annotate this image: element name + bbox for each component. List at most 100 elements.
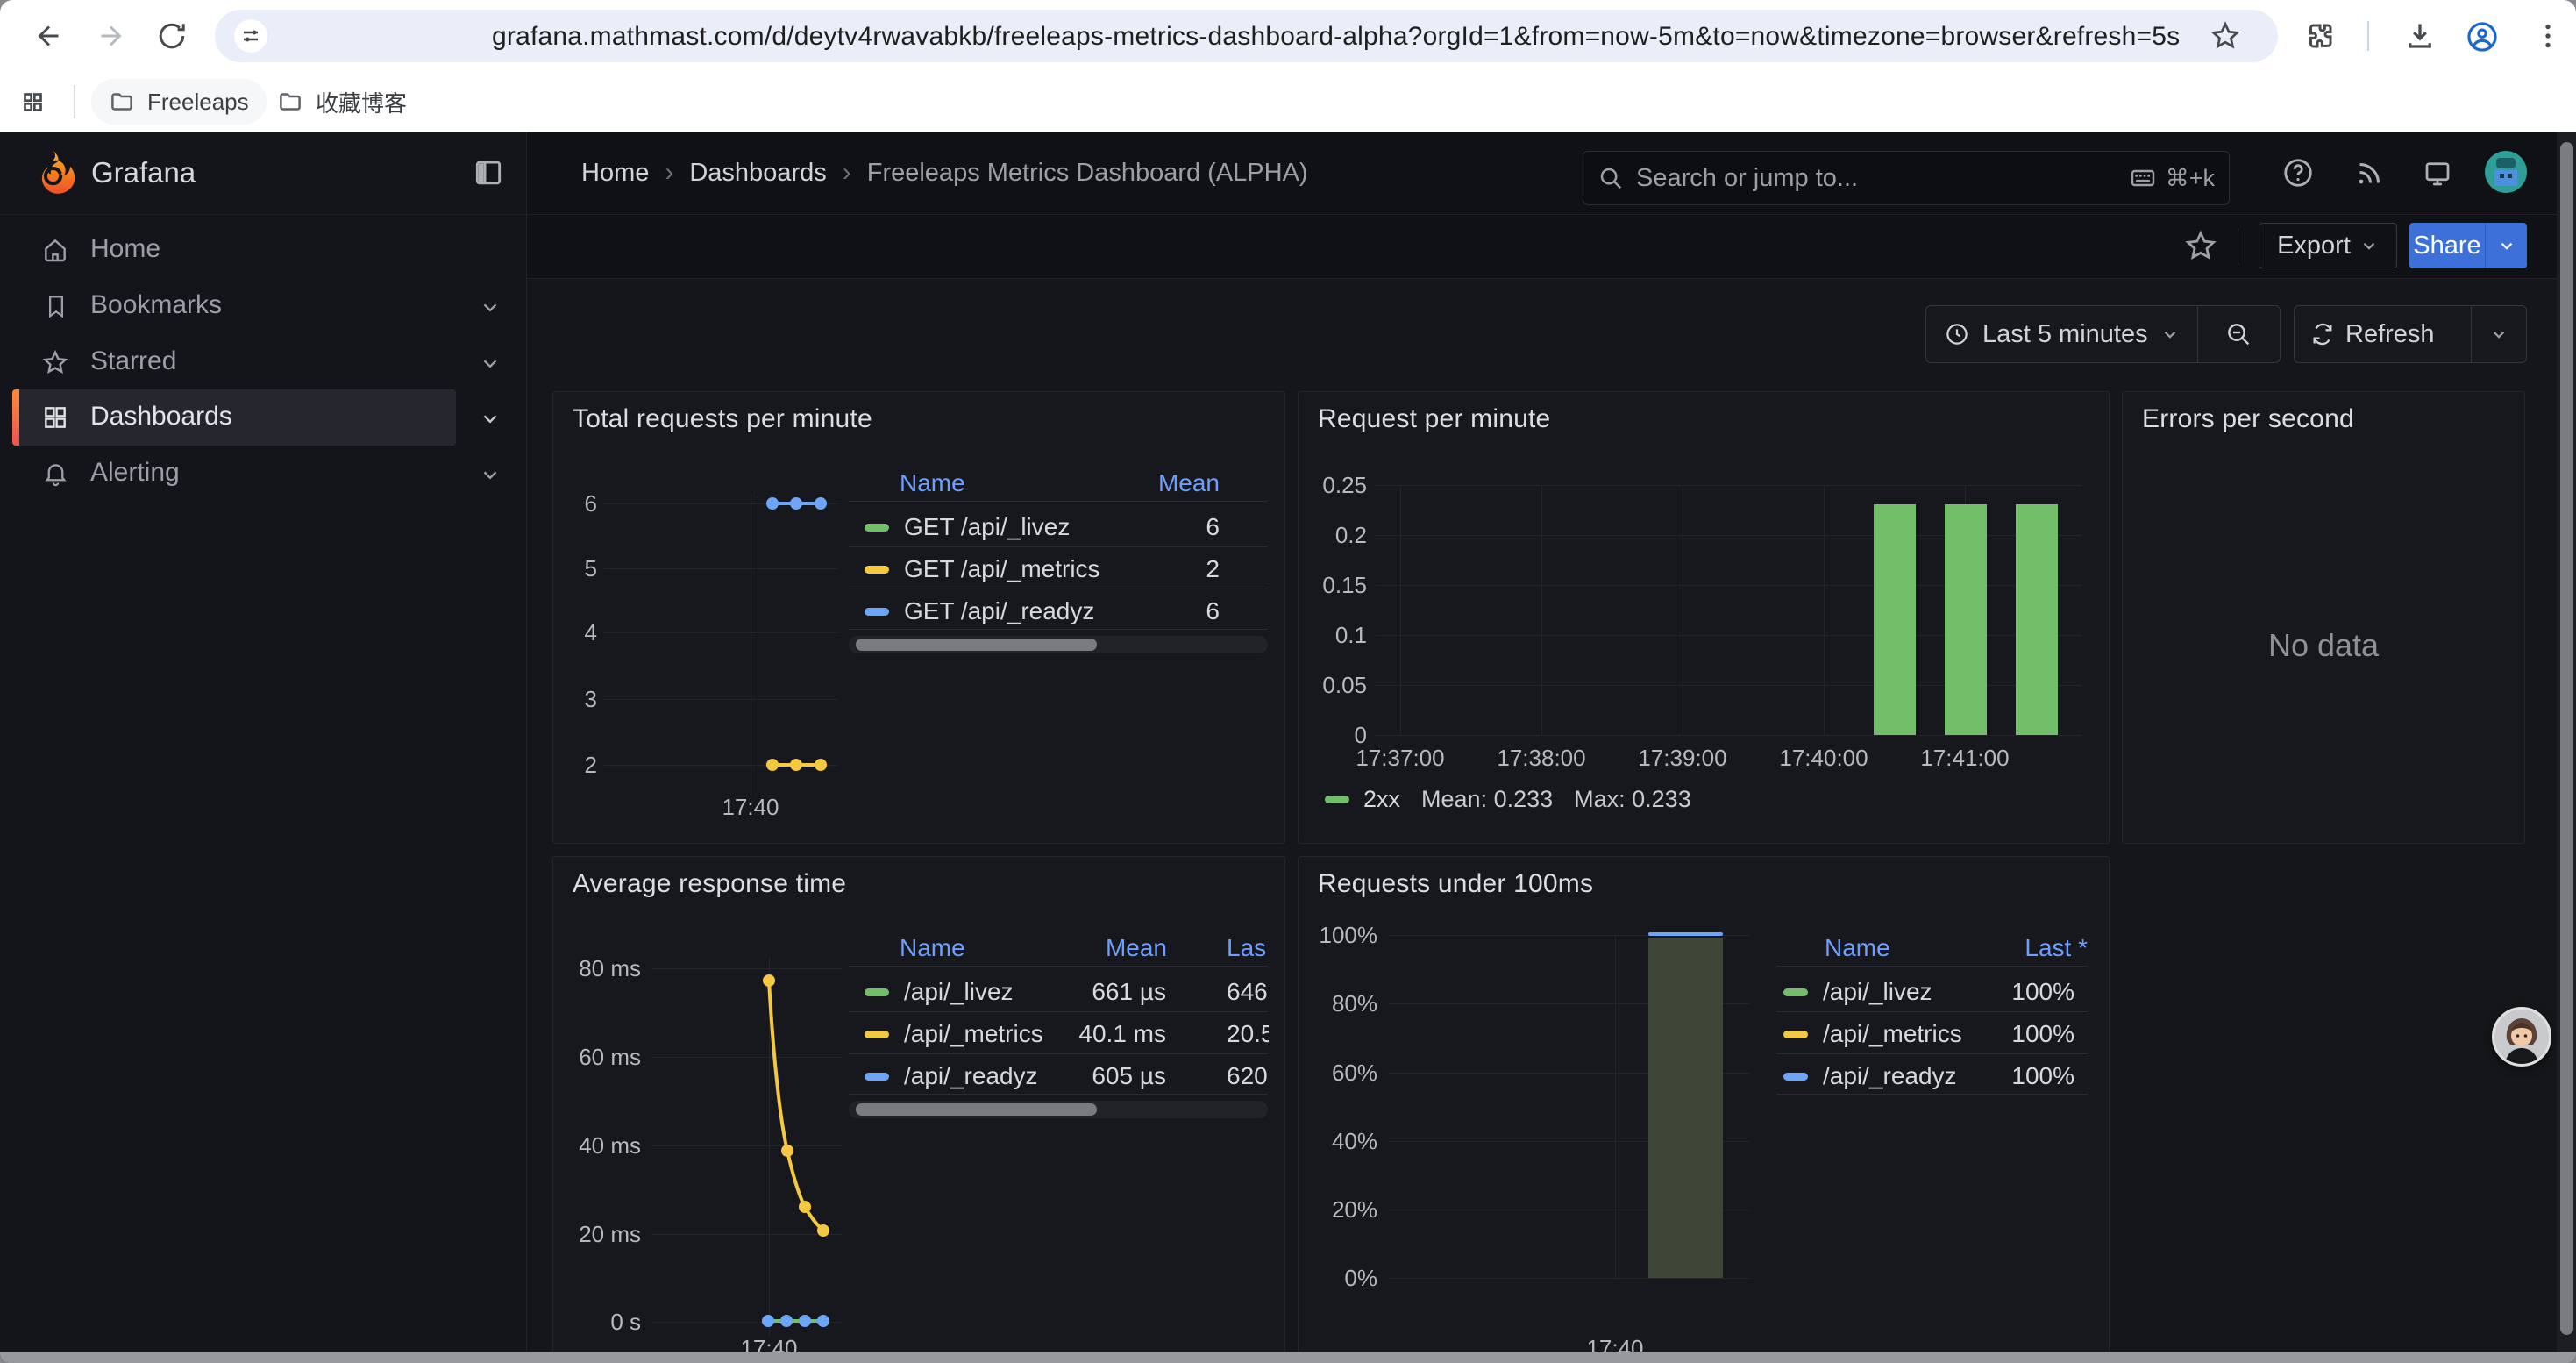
- user-avatar[interactable]: [2485, 151, 2527, 193]
- export-label: Export: [2277, 232, 2351, 260]
- chevron-down-icon[interactable]: [479, 463, 502, 486]
- y-tick: 2: [560, 752, 597, 779]
- scrollbar-thumb[interactable]: [856, 1103, 1097, 1116]
- extensions-icon[interactable]: [2304, 20, 2336, 52]
- grafana-logo[interactable]: [28, 147, 79, 198]
- bar-2xx: [1945, 504, 1987, 735]
- legend-row[interactable]: GET /api/_livez 6: [849, 510, 1268, 545]
- reload-button[interactable]: [156, 20, 188, 52]
- legend-hscrollbar[interactable]: [849, 1101, 1268, 1118]
- chevron-down-icon[interactable]: [479, 352, 502, 375]
- legend-row[interactable]: GET /api/_readyz 6: [849, 594, 1268, 629]
- legend-row[interactable]: /api/_readyz 100%: [1776, 1059, 2088, 1094]
- sidebar-item-label: Alerting: [90, 458, 180, 488]
- sidebar-item-dashboards[interactable]: Dashboards: [0, 389, 526, 446]
- time-range-picker[interactable]: Last 5 minutes: [1926, 320, 2197, 349]
- news-rss-icon[interactable]: [2353, 158, 2385, 189]
- series-color-pill: [865, 566, 889, 574]
- x-tick: 17:40: [707, 794, 794, 821]
- site-settings-icon[interactable]: [240, 25, 261, 46]
- panel-total-requests: Total requests per minute 6 5 4 3 2 17:4…: [552, 391, 1285, 844]
- panel-title[interactable]: Errors per second: [2142, 404, 2354, 434]
- scrollbar-thumb[interactable]: [2560, 142, 2573, 1335]
- legend-header-name[interactable]: Name: [900, 934, 965, 962]
- scrollbar-thumb[interactable]: [856, 639, 1097, 651]
- series-color-pill: [865, 608, 889, 616]
- browser-menu-icon[interactable]: [2532, 20, 2564, 52]
- series-name: /api/_readyz: [1823, 1062, 1957, 1090]
- search-icon: [1598, 165, 1624, 191]
- y-tick: 40%: [1299, 1128, 1377, 1155]
- panel-title[interactable]: Requests under 100ms: [1318, 869, 1593, 899]
- legend-header-mean[interactable]: Mean: [1114, 469, 1220, 497]
- apps-grid-icon[interactable]: [21, 90, 45, 114]
- y-tick: 0.25: [1299, 472, 1367, 499]
- vertical-scrollbar[interactable]: [2557, 132, 2576, 1352]
- favorite-star-icon[interactable]: [2183, 228, 2218, 263]
- url-text[interactable]: grafana.mathmast.com/d/deytv4rwavabkb/fr…: [492, 22, 2180, 52]
- y-tick: 100%: [1299, 922, 1377, 949]
- x-tick: 17:41:00: [1912, 745, 2017, 772]
- chevron-down-icon[interactable]: [479, 296, 502, 318]
- y-tick: 0.05: [1299, 672, 1367, 699]
- clock-icon: [1944, 321, 1970, 347]
- horizontal-scrollbar[interactable]: [0, 1352, 2576, 1363]
- sidebar-item-alerting[interactable]: Alerting: [0, 446, 526, 502]
- sidebar-toggle-icon[interactable]: [472, 156, 505, 189]
- zoom-out-button[interactable]: [2198, 320, 2280, 348]
- profile-icon[interactable]: [2466, 20, 2497, 52]
- legend-row[interactable]: /api/_livez 100%: [1776, 974, 2088, 1010]
- legend-header-name[interactable]: Name: [1825, 934, 1890, 962]
- sidebar-item-bookmarks[interactable]: Bookmarks: [0, 278, 526, 334]
- breadcrumb-dashboards[interactable]: Dashboards: [689, 159, 826, 188]
- back-button[interactable]: [33, 20, 65, 52]
- refresh-interval-button[interactable]: [2472, 325, 2526, 344]
- breadcrumb-home[interactable]: Home: [581, 159, 649, 188]
- share-menu-button[interactable]: [2486, 223, 2527, 268]
- series-last: 20.5 r: [1227, 1020, 1269, 1048]
- legend-row[interactable]: GET /api/_metrics 2: [849, 552, 1268, 587]
- help-icon[interactable]: [2281, 156, 2315, 189]
- monitor-icon[interactable]: [2422, 158, 2453, 189]
- address-bar[interactable]: grafana.mathmast.com/d/deytv4rwavabkb/fr…: [215, 10, 2278, 62]
- legend-row[interactable]: /api/_livez 661 µs 646: [849, 974, 1268, 1010]
- legend-header-mean[interactable]: Mean: [1062, 934, 1167, 962]
- zoom-out-icon: [2224, 320, 2252, 348]
- series-last: 646: [1227, 978, 1269, 1006]
- sidebar-item-starred[interactable]: Starred: [0, 334, 526, 390]
- legend-mean: Mean: 0.233: [1421, 786, 1553, 813]
- series-last: 100%: [2011, 1062, 2074, 1090]
- refresh-label: Refresh: [2345, 320, 2435, 349]
- time-controls: Last 5 minutes: [1925, 305, 2281, 363]
- area-fill-100pct: [1648, 938, 1723, 1278]
- panel-title[interactable]: Total requests per minute: [573, 404, 872, 434]
- bookmark-folder-blogs[interactable]: 收藏博客: [260, 79, 424, 125]
- legend-row[interactable]: /api/_readyz 605 µs 620: [849, 1059, 1268, 1094]
- legend-row[interactable]: /api/_metrics 100%: [1776, 1017, 2088, 1052]
- refresh-button[interactable]: Refresh: [2295, 320, 2451, 349]
- legend-item-2xx[interactable]: 2xx Mean: 0.233 Max: 0.233: [1325, 783, 1691, 815]
- series-name: /api/_livez: [904, 978, 1014, 1006]
- legend-header-last[interactable]: Las: [1227, 934, 1266, 962]
- legend-hscrollbar[interactable]: [849, 636, 1268, 653]
- bookmark-folder-freeleaps[interactable]: Freeleaps: [91, 79, 267, 125]
- refresh-icon: [2310, 322, 2335, 346]
- chevron-down-icon[interactable]: [479, 407, 502, 430]
- share-button[interactable]: Share: [2409, 223, 2485, 268]
- downloads-icon[interactable]: [2404, 20, 2436, 52]
- forward-button[interactable]: [95, 20, 126, 52]
- export-button[interactable]: Export: [2259, 223, 2397, 268]
- assistant-avatar[interactable]: [2492, 1007, 2551, 1067]
- panel-title[interactable]: Request per minute: [1318, 404, 1550, 434]
- series-mean: 40.1 ms: [1078, 1020, 1166, 1048]
- legend-header-name[interactable]: Name: [900, 469, 965, 497]
- chevron-down-icon: [2359, 236, 2379, 255]
- legend-row[interactable]: /api/_metrics 40.1 ms 20.5 r: [849, 1017, 1268, 1052]
- sidebar-item-home[interactable]: Home: [0, 222, 526, 278]
- sidebar-item-label: Bookmarks: [90, 290, 222, 320]
- legend-header-last[interactable]: Last *: [1982, 934, 2088, 962]
- panel-requests-under-100ms: Requests under 100ms 100% 80% 60% 40% 20…: [1298, 856, 2110, 1363]
- series-last: 100%: [2011, 1020, 2074, 1048]
- bookmark-star-icon[interactable]: [2210, 20, 2241, 52]
- search-input[interactable]: Search or jump to... ⌘+k: [1583, 151, 2230, 205]
